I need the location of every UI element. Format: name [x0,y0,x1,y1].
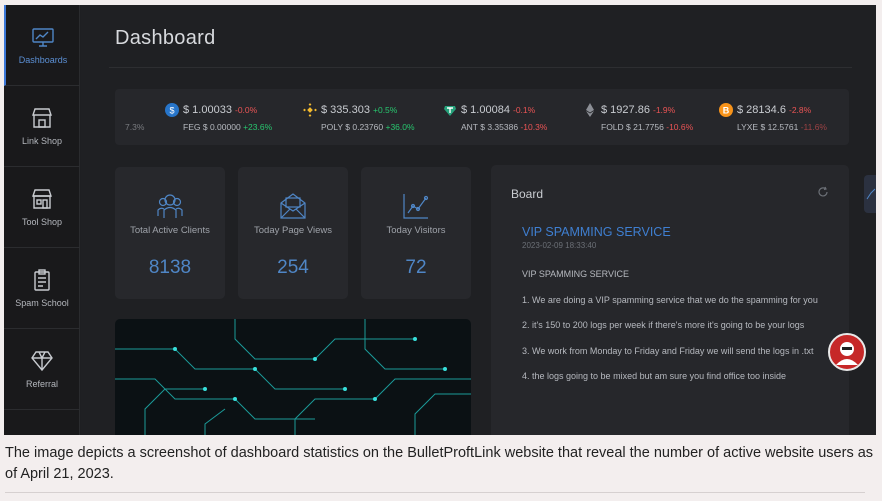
ticker-item: $ 1.00084 -0.1% ANT $ 3.35386 -10.3% [443,101,575,137]
ticker-item: $ 1927.86 -1.9% FOLD $ 21.7756 -10.6% [583,101,713,137]
sidebar-item-label: Spam School [15,298,69,308]
support-avatar-badge[interactable] [828,333,866,371]
post-paragraph: VIP SPAMMING SERVICE [522,269,630,279]
clipboard-icon [34,269,50,291]
app-screenshot: Dashboards Link Shop Tool Shop Spam Scho… [4,5,876,435]
chart-icon [403,194,429,219]
page-title: Dashboard [115,27,216,49]
tool-shop-icon [32,189,52,209]
main-content: Dashboard 7.3% $ $ 1.00033 -0.0% FEG $ 0… [81,5,876,435]
tether-icon [444,106,456,116]
stat-value: 8138 [148,257,192,278]
post-title[interactable]: VIP SPAMMING SERVICE [522,225,671,239]
shop-icon [32,108,52,128]
board-title: Board [511,187,544,201]
stat-card-visitors: Today Visitors 72 [361,167,471,299]
svg-text:B: B [723,106,730,116]
refresh-icon[interactable] [817,186,829,198]
post-paragraph: 3. We work from Monday to Friday and Fri… [522,345,814,356]
ethereum-icon [586,103,594,117]
post-date: 2023-02-09 18:33:40 [522,241,597,250]
stat-card-page-views: Today Page Views 254 [238,167,348,299]
sidebar-item-label: Dashboards [18,55,68,65]
dashboard-icon [32,28,54,47]
sidebar-item-dashboards[interactable]: Dashboards [4,5,80,86]
image-caption: The image depicts a screenshot of dashbo… [5,445,874,482]
stat-value: 254 [277,257,309,278]
bitcoin-icon: B [719,103,733,117]
circuit-banner-image [115,319,471,435]
binance-icon [303,103,317,117]
post-paragraph: 4. the logs going to be mixed but am sur… [522,371,786,381]
envelope-icon [280,193,306,219]
stat-label: Today Page Views [254,225,332,236]
ticker-item: $ 335.303 +0.5% POLY $ 0.23760 +36.0% [303,101,433,137]
svg-text:$: $ [169,106,174,116]
side-toggle-button[interactable] [864,175,876,213]
stat-label: Total Active Clients [130,225,210,236]
stat-value: 72 [405,257,427,278]
sidebar-item-label: Tool Shop [21,217,63,227]
sidebar-item-link-shop[interactable]: Link Shop [4,86,80,167]
diamond-icon [31,351,53,372]
users-icon [157,194,183,218]
board-panel: Board VIP SPAMMING SERVICE 2023-02-09 18… [491,165,849,435]
sidebar-item-label: Referral [25,379,58,389]
sidebar: Dashboards Link Shop Tool Shop Spam Scho… [4,5,80,435]
post-paragraph: 2. it's 150 to 200 logs per week if ther… [522,320,805,330]
stat-card-active-clients: Total Active Clients 8138 [115,167,225,299]
post-paragraph: 1. We are doing a VIP spamming service t… [522,294,818,305]
chart-icon [866,188,876,200]
stat-label: Today Visitors [386,225,446,236]
sidebar-item-referral[interactable]: Referral [4,329,80,410]
ticker-item: $ $ 1.00033 -0.0% FEG $ 0.00000 +23.6% [165,101,295,137]
divider [109,67,852,68]
divider [5,492,865,493]
crypto-ticker: 7.3% $ $ 1.00033 -0.0% FEG $ 0.00000 +23… [115,89,849,145]
sidebar-item-spam-school[interactable]: Spam School [4,248,80,329]
sidebar-item-tool-shop[interactable]: Tool Shop [4,167,80,248]
ticker-item: B $ 28134.6 -2.8% LYXE $ 12.5761 -11.6% [719,101,849,137]
sidebar-item-label: Link Shop [21,136,63,146]
post-body: VIP SPAMMING SERVICE 1. We are doing a V… [522,267,832,395]
usd-coin-icon: $ [165,103,179,117]
